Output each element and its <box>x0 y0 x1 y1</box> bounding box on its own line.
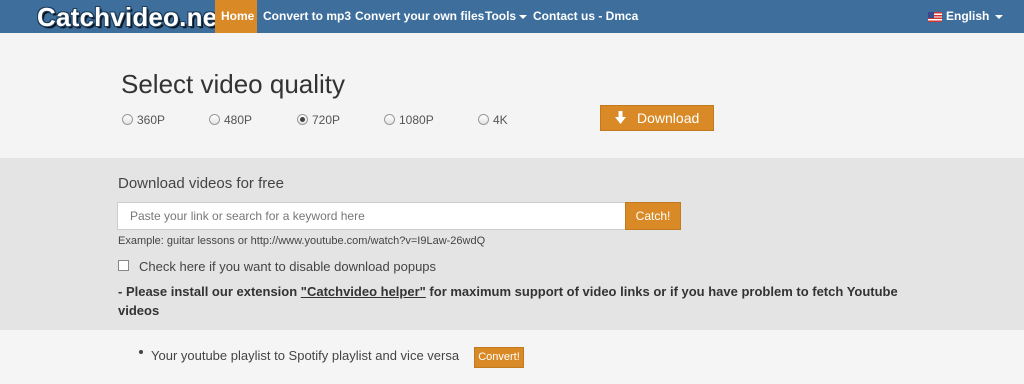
playlist-section: Your youtube playlist to Spotify playlis… <box>0 330 1024 384</box>
chevron-down-icon <box>519 14 528 19</box>
extension-link[interactable]: "Catchvideo helper" <box>301 284 426 299</box>
nav-convert-mp3-label: Convert to mp3 <box>263 9 352 23</box>
language-selector[interactable]: English <box>922 0 1009 33</box>
site-logo[interactable]: Catchvideo.net <box>37 3 226 31</box>
quality-label: 1080P <box>399 113 434 127</box>
quality-option-480p[interactable]: 480P <box>209 112 252 128</box>
quality-option-1080p[interactable]: 1080P <box>384 112 434 128</box>
radio-480p[interactable] <box>209 114 220 125</box>
nav-home-label: Home <box>221 9 255 23</box>
nav-contact-label: Contact us - Dmca <box>533 9 639 23</box>
quality-label: 4K <box>493 113 508 127</box>
chevron-down-icon <box>995 14 1004 19</box>
download-button[interactable]: Download <box>600 105 714 131</box>
catch-button[interactable]: Catch! <box>625 202 681 230</box>
quality-option-720p[interactable]: 720P <box>297 112 340 128</box>
download-label: Download <box>637 110 700 126</box>
us-flag-icon <box>928 11 942 22</box>
quality-section: Select video quality 360P 480P 720P 1080… <box>0 33 1024 158</box>
quality-option-4k[interactable]: 4K <box>478 112 508 128</box>
nav-convert-files-label: Convert your own files <box>355 9 485 23</box>
nav-convert-files[interactable]: Convert your own files <box>349 0 490 33</box>
bullet-icon <box>139 350 143 354</box>
quality-label: 360P <box>137 113 166 127</box>
language-label: English <box>946 9 990 23</box>
nav-contact[interactable]: Contact us - Dmca <box>527 0 644 33</box>
quality-title: Select video quality <box>121 69 346 99</box>
radio-720p[interactable] <box>297 114 308 125</box>
top-navbar: Catchvideo.net Home Convert to mp3 Conve… <box>0 0 1024 33</box>
checkbox-label[interactable]: Check here if you want to disable downlo… <box>139 259 436 274</box>
nav-home[interactable]: Home <box>215 0 257 33</box>
quality-option-360p[interactable]: 360P <box>122 112 165 128</box>
download-arrow-icon <box>615 111 626 124</box>
section-subtitle: Download videos for free <box>118 175 284 192</box>
convert-button[interactable]: Convert! <box>474 347 524 368</box>
radio-1080p[interactable] <box>384 114 395 125</box>
nav-convert-mp3[interactable]: Convert to mp3 <box>257 0 357 33</box>
quality-label: 480P <box>224 113 253 127</box>
example-text: Example: guitar lessons or http://www.yo… <box>118 235 486 247</box>
disable-popups-checkbox[interactable] <box>118 260 129 271</box>
playlist-text: Your youtube playlist to Spotify playlis… <box>151 348 460 363</box>
search-input[interactable] <box>117 202 625 230</box>
extension-notice: - Please install our extension "Catchvid… <box>118 282 898 320</box>
radio-4k[interactable] <box>478 114 489 125</box>
nav-tools-label: Tools <box>485 9 517 23</box>
quality-label: 720P <box>312 113 341 127</box>
nav-tools[interactable]: Tools <box>479 0 533 33</box>
notice-prefix: - Please install our extension <box>118 284 301 299</box>
radio-360p[interactable] <box>122 114 133 125</box>
main-section: Download videos for free Catch! Example:… <box>0 158 1024 330</box>
